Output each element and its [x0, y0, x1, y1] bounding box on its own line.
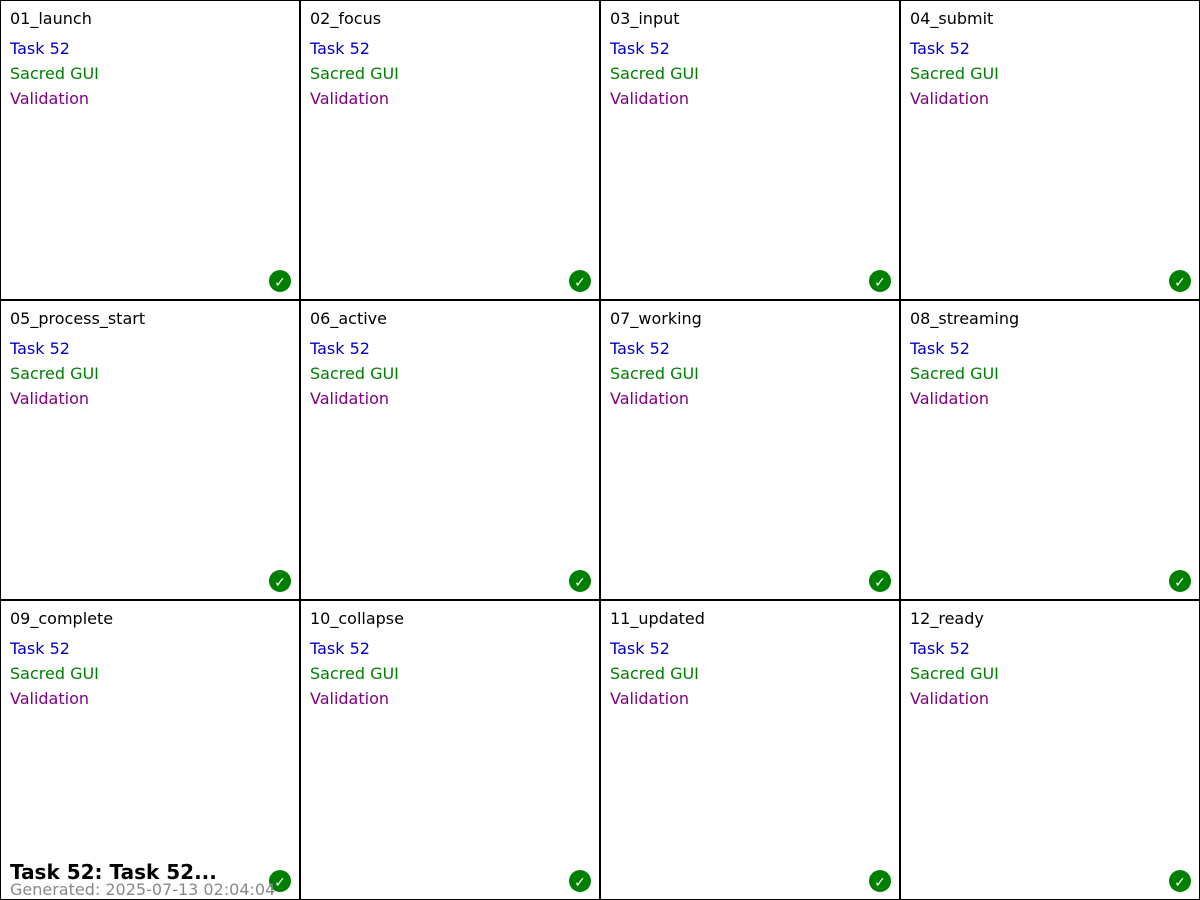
panel-validation-label: Validation — [10, 389, 90, 408]
panel-validation-label: Validation — [10, 89, 90, 108]
panel-validation-label: Validation — [910, 689, 990, 708]
panel-task-label: Task 52 — [310, 339, 370, 358]
panel-title: 06_active — [310, 309, 387, 328]
panel-title: 04_submit — [910, 9, 994, 28]
panel-subtitle-label: Sacred GUI — [310, 364, 399, 383]
checkmark-icon: ✓ — [869, 870, 891, 892]
checkmark-icon: ✓ — [869, 270, 891, 292]
screenshot-panel-02_focus: 02_focus Task 52 Sacred GUI Validation ✓ — [300, 0, 600, 300]
panel-title: 10_collapse — [310, 609, 404, 628]
panel-task-label: Task 52 — [310, 639, 370, 658]
panel-subtitle-label: Sacred GUI — [610, 64, 699, 83]
screenshot-grid: 01_launch Task 52 Sacred GUI Validation ✓ 02_… — [0, 0, 1200, 900]
panel-validation-label: Validation — [10, 689, 90, 708]
panel-subtitle-label: Sacred GUI — [10, 364, 99, 383]
checkmark-icon: ✓ — [569, 870, 591, 892]
panel-task-label: Task 52 — [310, 39, 370, 58]
screenshot-panel-12_ready: 12_ready Task 52 Sacred GUI Validation ✓ — [900, 600, 1200, 900]
checkmark-icon: ✓ — [269, 270, 291, 292]
panel-title: 12_ready — [910, 609, 984, 628]
screenshot-panel-05_process_start: 05_process_start Task 52 Sacred GUI Validat… — [0, 300, 300, 600]
panel-title: 07_working — [610, 309, 702, 328]
panel-title: 03_input — [610, 9, 680, 28]
panel-task-label: Task 52 — [10, 39, 70, 58]
panel-title: 05_process_start — [10, 309, 146, 328]
panel-subtitle-label: Sacred GUI — [10, 664, 99, 683]
screenshot-panel-03_input: 03_input Task 52 Sacred GUI Validation ✓ — [600, 0, 900, 300]
checkmark-icon: ✓ — [1169, 870, 1191, 892]
panel-validation-label: Validation — [310, 89, 390, 108]
panel-subtitle-label: Sacred GUI — [910, 64, 999, 83]
panel-validation-label: Validation — [910, 89, 990, 108]
screenshot-panel-11_updated: 11_updated Task 52 Sacred GUI Validation ✓ — [600, 600, 900, 900]
screenshot-panel-07_working: 07_working Task 52 Sacred GUI Validation ✓ — [600, 300, 900, 600]
panel-subtitle-label: Sacred GUI — [310, 64, 399, 83]
panel-validation-label: Validation — [610, 389, 690, 408]
panel-validation-label: Validation — [310, 689, 390, 708]
checkmark-icon: ✓ — [869, 570, 891, 592]
screenshot-panel-10_collapse: 10_collapse Task 52 Sacred GUI Validation ✓ — [300, 600, 600, 900]
panel-title: 11_updated — [610, 609, 705, 628]
checkmark-icon: ✓ — [569, 570, 591, 592]
panel-validation-label: Validation — [610, 689, 690, 708]
panel-task-label: Task 52 — [10, 339, 70, 358]
panel-title: 09_complete — [10, 609, 114, 628]
panel-subtitle-label: Sacred GUI — [610, 364, 699, 383]
panel-title: 01_launch — [10, 9, 92, 28]
panel-title: 02_focus — [310, 9, 382, 28]
panel-validation-label: Validation — [910, 389, 990, 408]
panel-subtitle-label: Sacred GUI — [910, 664, 999, 683]
screenshot-panel-06_active: 06_active Task 52 Sacred GUI Validation ✓ — [300, 300, 600, 600]
panel-validation-label: Validation — [610, 89, 690, 108]
panel-task-label: Task 52 — [610, 639, 670, 658]
checkmark-icon: ✓ — [269, 570, 291, 592]
panel-subtitle-label: Sacred GUI — [310, 664, 399, 683]
screenshot-panel-01_launch: 01_launch Task 52 Sacred GUI Validation ✓ — [0, 0, 300, 300]
screenshot-panel-09_complete: 09_complete Task 52 Sacred GUI Validation ✓ — [0, 600, 300, 900]
panel-task-label: Task 52 — [10, 639, 70, 658]
panel-subtitle-label: Sacred GUI — [610, 664, 699, 683]
panel-validation-label: Validation — [310, 389, 390, 408]
generated-timestamp: Generated: 2025-07-13 02:04:04 — [10, 880, 276, 899]
panel-task-label: Task 52 — [910, 39, 970, 58]
panel-subtitle-label: Sacred GUI — [910, 364, 999, 383]
panel-task-label: Task 52 — [910, 639, 970, 658]
checkmark-icon: ✓ — [1169, 270, 1191, 292]
panel-task-label: Task 52 — [910, 339, 970, 358]
panel-title: 08_streaming — [910, 309, 1020, 328]
screenshot-panel-08_streaming: 08_streaming Task 52 Sacred GUI Validation ✓ — [900, 300, 1200, 600]
screenshot-panel-04_submit: 04_submit Task 52 Sacred GUI Validation ✓ — [900, 0, 1200, 300]
panel-task-label: Task 52 — [610, 39, 670, 58]
checkmark-icon: ✓ — [1169, 570, 1191, 592]
checkmark-icon: ✓ — [569, 270, 591, 292]
panel-subtitle-label: Sacred GUI — [10, 64, 99, 83]
panel-task-label: Task 52 — [610, 339, 670, 358]
